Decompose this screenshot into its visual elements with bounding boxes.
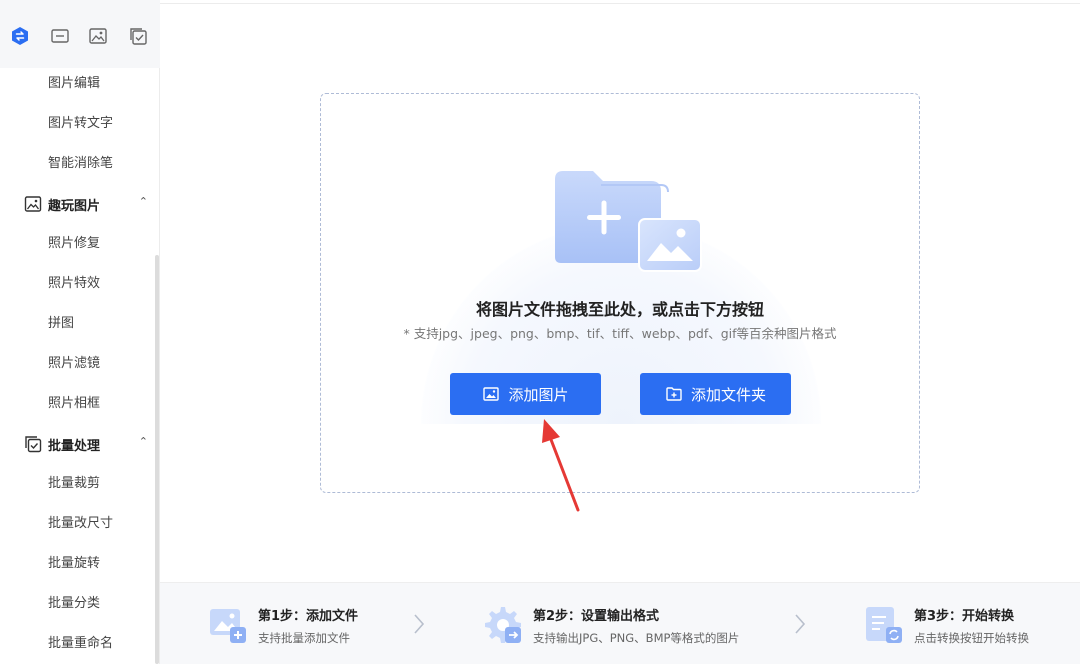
step-description: 支持输出JPG、PNG、BMP等格式的图片 bbox=[533, 630, 740, 645]
batch-check-icon[interactable] bbox=[128, 26, 148, 46]
batch-check-icon bbox=[24, 435, 42, 453]
sidebar: 图片编辑 图片转文字 智能消除笔 趣玩图片 ⌃ 照片修复 照片特效 拼图 照片滤… bbox=[0, 0, 160, 664]
sidebar-item-photo-frame[interactable]: 照片相框 bbox=[48, 394, 100, 414]
sidebar-item-batch-crop[interactable]: 批量裁剪 bbox=[48, 474, 100, 494]
drop-zone-title: 将图片文件拖拽至此处，或点击下方按钮 bbox=[475, 300, 764, 319]
sidebar-item-photo-repair[interactable]: 照片修复 bbox=[48, 234, 100, 254]
sidebar-item-batch-resize[interactable]: 批量改尺寸 bbox=[48, 514, 113, 534]
add-folder-illustration-icon bbox=[555, 171, 702, 272]
chevron-up-icon[interactable]: ⌃ bbox=[139, 195, 148, 208]
add-file-step-icon bbox=[210, 609, 246, 643]
add-image-button[interactable]: 添加图片 bbox=[450, 373, 601, 415]
steps-bar: 第1步：添加文件 支持批量添加文件 第2步：设置输出格式 支持输出JPG、PNG… bbox=[160, 582, 1080, 664]
sidebar-section-title: 批量处理 bbox=[48, 438, 101, 454]
sidebar-section-title: 趣玩图片 bbox=[48, 198, 101, 214]
chevron-right-icon bbox=[795, 614, 806, 634]
step-title: 第1步：添加文件 bbox=[258, 608, 359, 624]
start-convert-step-icon bbox=[866, 607, 902, 643]
sidebar-item-smart-eraser[interactable]: 智能消除笔 bbox=[48, 154, 113, 174]
sidebar-item-collage[interactable]: 拼图 bbox=[48, 314, 74, 334]
step-description: 点击转换按钮开始转换 bbox=[914, 630, 1029, 645]
step-1: 第1步：添加文件 支持批量添加文件 bbox=[206, 603, 358, 647]
sidebar-item-batch-rename[interactable]: 批量重命名 bbox=[48, 634, 113, 654]
sidebar-item-photo-filter[interactable]: 照片滤镜 bbox=[48, 354, 100, 374]
sidebar-item-batch-classify[interactable]: 批量分类 bbox=[48, 594, 100, 614]
sidebar-icon-bar bbox=[0, 0, 160, 68]
step-2: 第2步：设置输出格式 支持输出JPG、PNG、BMP等格式的图片 bbox=[481, 603, 739, 647]
add-folder-button[interactable]: 添加文件夹 bbox=[640, 373, 791, 415]
step-3: 第3步：开始转换 点击转换按钮开始转换 bbox=[862, 603, 1029, 647]
file-drop-zone[interactable]: 将图片文件拖拽至此处，或点击下方按钮 * 支持jpg、jpeg、png、bmp、… bbox=[320, 93, 920, 493]
add-image-label: 添加图片 bbox=[508, 386, 569, 404]
sidebar-item-photo-effects[interactable]: 照片特效 bbox=[48, 274, 100, 294]
chevron-right-icon bbox=[414, 614, 425, 634]
add-folder-label: 添加文件夹 bbox=[690, 386, 766, 404]
fun-image-icon bbox=[24, 195, 42, 213]
step-title: 第2步：设置输出格式 bbox=[533, 608, 660, 624]
crop-frame-icon[interactable] bbox=[50, 26, 70, 46]
top-divider bbox=[160, 3, 1080, 4]
sidebar-section-batch[interactable]: 批量处理 ⌃ bbox=[24, 433, 150, 455]
sidebar-item-image-to-text[interactable]: 图片转文字 bbox=[48, 114, 113, 134]
sidebar-item-image-edit[interactable]: 图片编辑 bbox=[48, 74, 100, 94]
sidebar-section-fun[interactable]: 趣玩图片 ⌃ bbox=[24, 193, 150, 215]
chevron-up-icon[interactable]: ⌃ bbox=[139, 435, 148, 448]
annotation-arrow-icon bbox=[542, 419, 580, 512]
step-title: 第3步：开始转换 bbox=[914, 608, 1015, 624]
drop-zone-subtitle: * 支持jpg、jpeg、png、bmp、tif、tiff、webp、pdf、g… bbox=[403, 326, 837, 341]
sidebar-scrollbar[interactable] bbox=[155, 255, 159, 664]
sidebar-item-batch-rotate[interactable]: 批量旋转 bbox=[48, 554, 100, 574]
step-description: 支持批量添加文件 bbox=[258, 630, 350, 645]
image-edit-icon[interactable] bbox=[88, 26, 108, 46]
convert-icon[interactable] bbox=[10, 26, 30, 46]
settings-gear-step-icon bbox=[485, 607, 521, 643]
folder-add-icon bbox=[665, 385, 683, 403]
image-icon bbox=[482, 385, 500, 403]
